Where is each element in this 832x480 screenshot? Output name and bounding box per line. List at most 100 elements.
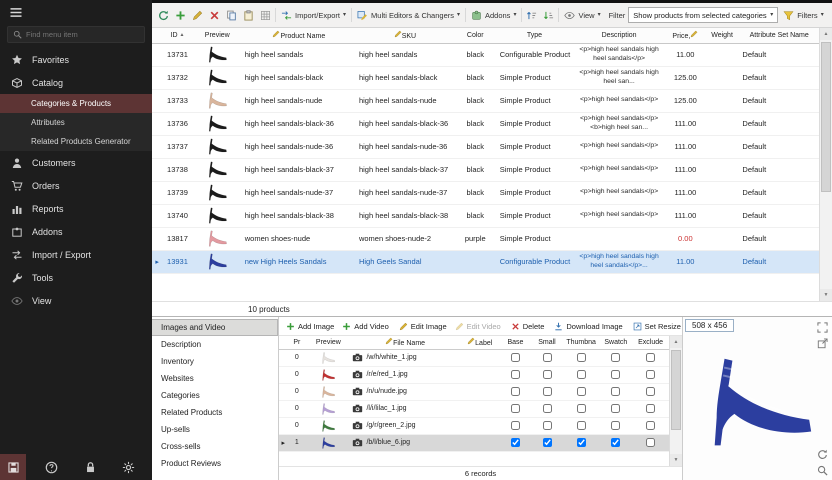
- add-video-button[interactable]: Add Video: [338, 318, 392, 334]
- sidebar-item-reports[interactable]: Reports: [0, 197, 152, 220]
- column-header-weight[interactable]: Weight: [705, 28, 740, 43]
- exclude-checkbox[interactable]: [646, 404, 655, 413]
- image-row[interactable]: ▸1/b/l/blue_6.jpg: [279, 434, 669, 451]
- exclude-checkbox[interactable]: [646, 421, 655, 430]
- multi-editors-menu[interactable]: Multi Editors & Changers▾: [353, 7, 464, 24]
- view-menu[interactable]: View ▾: [560, 7, 604, 24]
- detail-column-small[interactable]: Small: [531, 336, 563, 349]
- sidebar-item-customers[interactable]: Customers: [0, 151, 152, 174]
- thumbnail-checkbox[interactable]: [577, 370, 586, 379]
- image-row[interactable]: 0/l/i/lilac_1.jpg: [279, 400, 669, 417]
- image-row[interactable]: 0/w/h/white_1.jpg: [279, 349, 669, 366]
- tab-inventory[interactable]: Inventory: [152, 353, 278, 370]
- delete-image-button[interactable]: Delete: [507, 318, 549, 334]
- sidebar-item-favorites[interactable]: Favorites: [0, 48, 152, 71]
- delete-button[interactable]: [206, 7, 223, 24]
- sidebar-item-attributes[interactable]: Attributes: [0, 113, 152, 132]
- edit-button[interactable]: [189, 7, 206, 24]
- sidebar-item-addons[interactable]: Addons: [0, 220, 152, 243]
- import-export-menu[interactable]: Import/Export▾: [277, 7, 350, 24]
- category-filter-select[interactable]: Show products from selected categories ▾: [628, 7, 778, 23]
- small-checkbox[interactable]: [543, 353, 552, 362]
- exclude-checkbox[interactable]: [646, 353, 655, 362]
- settings-button[interactable]: [116, 454, 142, 480]
- sort-up-button[interactable]: [523, 7, 540, 24]
- tab-description[interactable]: Description: [152, 336, 278, 353]
- rotate-button[interactable]: [815, 447, 829, 461]
- thumbnail-checkbox[interactable]: [577, 404, 586, 413]
- save-button[interactable]: [0, 454, 26, 480]
- columns-button[interactable]: [257, 7, 274, 24]
- exclude-checkbox[interactable]: [646, 438, 655, 447]
- scroll-up-icon[interactable]: ▲: [670, 336, 682, 348]
- product-row[interactable]: 13732high heel sandals-blackhigh heel sa…: [152, 66, 819, 89]
- paste-button[interactable]: [240, 7, 257, 24]
- small-checkbox[interactable]: [543, 438, 552, 447]
- download-image-button[interactable]: Download Image: [550, 318, 626, 334]
- column-header-description[interactable]: Description: [572, 28, 666, 43]
- column-header-color[interactable]: Color: [454, 28, 497, 43]
- product-row[interactable]: ▸13931new High Heels SandalsHigh Geels S…: [152, 250, 819, 273]
- small-checkbox[interactable]: [543, 370, 552, 379]
- lock-button[interactable]: [77, 454, 103, 480]
- product-row[interactable]: 13739high heel sandals-nude-37high heel …: [152, 181, 819, 204]
- column-header-id[interactable]: ID▲: [162, 28, 193, 43]
- thumbnail-checkbox[interactable]: [577, 438, 586, 447]
- base-checkbox[interactable]: [511, 387, 520, 396]
- image-row[interactable]: 0/r/e/red_1.jpg: [279, 366, 669, 383]
- small-checkbox[interactable]: [543, 404, 552, 413]
- tab-up-sells[interactable]: Up-sells: [152, 421, 278, 438]
- product-row[interactable]: 13738high heel sandals-black-37high heel…: [152, 158, 819, 181]
- image-row[interactable]: 0/g/r/green_2.jpg: [279, 417, 669, 434]
- sidebar-item-related-products-generator[interactable]: Related Products Generator: [0, 132, 152, 151]
- tab-websites[interactable]: Websites: [152, 370, 278, 387]
- thumbnail-checkbox[interactable]: [577, 421, 586, 430]
- product-row[interactable]: 13733high heel sandals-nudehigh heel san…: [152, 89, 819, 112]
- swatch-checkbox[interactable]: [611, 438, 620, 447]
- product-row[interactable]: 13737high heel sandals-nude-36high heel …: [152, 135, 819, 158]
- exclude-checkbox[interactable]: [646, 387, 655, 396]
- thumbnail-checkbox[interactable]: [577, 387, 586, 396]
- swatch-checkbox[interactable]: [611, 387, 620, 396]
- tab-images-and-video[interactable]: Images and Video: [152, 319, 278, 336]
- detail-column-label[interactable]: Label: [460, 336, 500, 349]
- scroll-up-icon[interactable]: ▲: [820, 28, 832, 40]
- product-row[interactable]: 13731high heel sandalshigh heel sandalsb…: [152, 43, 819, 66]
- swatch-checkbox[interactable]: [611, 353, 620, 362]
- detail-column-base[interactable]: Base: [500, 336, 532, 349]
- sidebar-search[interactable]: [7, 26, 145, 43]
- base-checkbox[interactable]: [511, 404, 520, 413]
- products-scrollbar[interactable]: ▲ ▼: [819, 28, 832, 301]
- tab-product-reviews[interactable]: Product Reviews: [152, 455, 278, 472]
- copy-button[interactable]: [223, 7, 240, 24]
- scroll-thumb[interactable]: [821, 42, 831, 192]
- tab-related-products[interactable]: Related Products: [152, 404, 278, 421]
- product-row[interactable]: 13817women shoes-nudewomen shoes-nude-2p…: [152, 227, 819, 250]
- base-checkbox[interactable]: [511, 438, 520, 447]
- thumbnail-checkbox[interactable]: [577, 353, 586, 362]
- exclude-checkbox[interactable]: [646, 370, 655, 379]
- swatch-checkbox[interactable]: [611, 404, 620, 413]
- base-checkbox[interactable]: [511, 421, 520, 430]
- swatch-checkbox[interactable]: [611, 421, 620, 430]
- detail-column-thumbna[interactable]: Thumbna: [563, 336, 600, 349]
- add-image-button[interactable]: Add Image: [282, 318, 338, 334]
- edit-image-button[interactable]: Edit Image: [395, 318, 451, 334]
- scroll-thumb[interactable]: [671, 350, 681, 430]
- filters-button[interactable]: Filters ▾: [778, 7, 828, 24]
- base-checkbox[interactable]: [511, 353, 520, 362]
- column-header-price[interactable]: Price,: [666, 28, 705, 43]
- open-image-button[interactable]: [815, 336, 829, 350]
- refresh-button[interactable]: [155, 7, 172, 24]
- sidebar-item-orders[interactable]: Orders: [0, 174, 152, 197]
- sidebar-item-tools[interactable]: Tools: [0, 266, 152, 289]
- image-row[interactable]: 0/n/u/nude.jpg: [279, 383, 669, 400]
- sort-down-button[interactable]: [540, 7, 557, 24]
- detail-column-exclude[interactable]: Exclude: [632, 336, 669, 349]
- hamburger-menu-icon[interactable]: [9, 7, 23, 18]
- detail-column-file-name[interactable]: File Name: [350, 336, 459, 349]
- detail-column-pr[interactable]: Pr: [287, 336, 306, 349]
- product-row[interactable]: 13736high heel sandals-black-36high heel…: [152, 112, 819, 135]
- sidebar-item-import-export[interactable]: Import / Export: [0, 243, 152, 266]
- small-checkbox[interactable]: [543, 421, 552, 430]
